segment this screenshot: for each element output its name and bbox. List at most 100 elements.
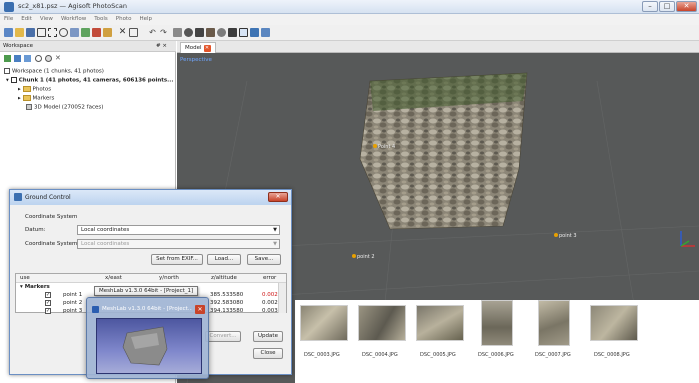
scale-icon[interactable] [103, 28, 112, 37]
tab-model[interactable]: Model ✕ [180, 42, 216, 53]
use-checkbox[interactable]: ✓ [45, 300, 51, 306]
photo-thumbnail[interactable] [416, 305, 464, 341]
menu-help[interactable]: Help [135, 14, 156, 24]
close-tab-icon[interactable]: ✕ [203, 45, 211, 52]
search-icon[interactable] [35, 55, 42, 62]
textured-icon[interactable] [206, 28, 215, 37]
reset-view-icon[interactable] [250, 28, 259, 37]
chunk-label: Chunk 1 (41 photos, 41 cameras, 606136 p… [18, 77, 174, 84]
close-button[interactable]: ✕ [676, 1, 697, 12]
preview-mesh [122, 326, 168, 366]
model-item[interactable]: 3D Model (270052 faces) [26, 104, 103, 111]
add-photos-icon[interactable] [14, 55, 21, 62]
axis-gizmo [680, 231, 695, 247]
preview-thumbnail[interactable] [96, 318, 202, 374]
photo-label: DSC_0007.JPG [535, 352, 571, 358]
marker-flag-icon [352, 254, 356, 258]
move-icon[interactable] [70, 28, 79, 37]
photo-thumbnail[interactable] [590, 305, 638, 341]
rectangle-select-icon[interactable] [48, 28, 57, 37]
markers-toggle-icon[interactable] [239, 28, 248, 37]
col-y-north[interactable]: y/north [159, 275, 179, 281]
markers-group-row[interactable]: ▾ Markers [20, 284, 50, 290]
point-cloud-icon[interactable] [217, 28, 226, 37]
menu-edit[interactable]: Edit [17, 14, 36, 24]
coordinate-system-label: Coordinate System: [25, 241, 80, 247]
marker-name: point 2 [63, 300, 83, 306]
marker-point-4[interactable]: Point 4 [373, 144, 395, 150]
marker-point-3[interactable]: point 3 [554, 233, 577, 239]
load-button[interactable]: Load... [207, 254, 241, 265]
photo-thumbnail[interactable] [481, 300, 513, 346]
photo-thumbnail[interactable] [538, 300, 570, 346]
solid-icon[interactable] [195, 28, 204, 37]
z-value[interactable]: 392.583080 [210, 300, 243, 306]
update-button[interactable]: Update [253, 331, 283, 342]
set-from-exif-button[interactable]: Set from EXIF... [151, 254, 203, 265]
menu-workflow[interactable]: Workflow [57, 14, 90, 24]
coordinate-system-select[interactable]: Local coordinates ▼ [77, 239, 280, 249]
grid-icon[interactable] [173, 28, 182, 37]
markers-item[interactable]: ▸ Markers [18, 95, 54, 102]
circle-select-icon[interactable] [59, 28, 68, 37]
chunk-item[interactable]: ▾ Chunk 1 (41 photos, 41 cameras, 606136… [6, 77, 173, 84]
workspace-root[interactable]: Workspace (1 chunks, 41 photos) [4, 68, 104, 75]
col-error[interactable]: error [263, 275, 276, 281]
select-icon[interactable] [37, 28, 46, 37]
workspace-icon [4, 68, 10, 74]
dialog-icon [14, 193, 22, 201]
settings-icon[interactable] [45, 55, 52, 62]
markers-group-label: Markers [24, 284, 50, 290]
taskbar-preview[interactable]: MeshLab v1.3.0 64bit - [Project... ✕ [86, 297, 209, 379]
photo-label: DSC_0008.JPG [594, 352, 630, 358]
cameras-icon[interactable] [228, 28, 237, 37]
save-button[interactable]: Save... [247, 254, 281, 265]
redo-icon[interactable]: ↷ [159, 28, 168, 37]
photos-item[interactable]: ▸ Photos [18, 86, 51, 93]
menu-tools[interactable]: Tools [90, 14, 112, 24]
menu-file[interactable]: File [0, 14, 17, 24]
menu-photo[interactable]: Photo [112, 14, 136, 24]
model-tab-bar: Model ✕ [177, 41, 699, 53]
use-checkbox[interactable]: ✓ [45, 308, 51, 314]
col-x-east[interactable]: x/east [105, 275, 122, 281]
z-value[interactable]: 385.533580 [210, 292, 243, 298]
close-dialog-button[interactable]: Close [253, 348, 283, 359]
marker-point-2[interactable]: point 2 [352, 254, 375, 260]
save-icon[interactable] [26, 28, 35, 37]
remove-icon[interactable]: ✕ [55, 54, 62, 63]
preview-close-button[interactable]: ✕ [195, 305, 205, 314]
convert-button[interactable]: Convert... [205, 331, 241, 342]
z-value[interactable]: 394.133580 [210, 308, 243, 314]
preview-title: MeshLab v1.3.0 64bit - [Project... [102, 306, 192, 312]
photo-thumbnail[interactable] [358, 305, 406, 341]
screenshot-icon[interactable] [261, 28, 270, 37]
undo-icon[interactable]: ↶ [148, 28, 157, 37]
photo-thumbnail[interactable] [300, 305, 348, 341]
chevron-down-icon: ▼ [273, 227, 277, 233]
delete-icon[interactable]: ✕ [118, 28, 127, 37]
minimize-button[interactable]: – [642, 1, 658, 12]
open-icon[interactable] [15, 28, 24, 37]
rotate-icon[interactable] [81, 28, 90, 37]
marker-flag-icon [554, 233, 558, 237]
crop-icon[interactable] [129, 28, 138, 37]
flag-icon[interactable] [92, 28, 101, 37]
folder-icon [22, 86, 31, 92]
col-z-altitude[interactable]: z/altitude [211, 275, 237, 281]
photos-strip: DSC_0003.JPG DSC_0004.JPG DSC_0005.JPG D… [295, 300, 699, 383]
dialog-close-button[interactable]: ✕ [268, 192, 288, 202]
dialog-title: Ground Control [25, 194, 71, 201]
datum-select[interactable]: Local coordinates ▼ [77, 225, 280, 235]
new-icon[interactable] [4, 28, 13, 37]
maximize-button[interactable]: □ [659, 1, 675, 12]
add-chunk-icon[interactable] [4, 55, 11, 62]
use-checkbox[interactable]: ✓ [45, 292, 51, 298]
col-use[interactable]: use [20, 275, 30, 281]
menu-view[interactable]: View [36, 14, 57, 24]
workspace-header-controls[interactable]: # × [156, 43, 167, 49]
shaded-icon[interactable] [184, 28, 193, 37]
error-value: 0.003 [262, 308, 278, 314]
photo-label: DSC_0004.JPG [362, 352, 398, 358]
import-icon[interactable] [24, 55, 31, 62]
